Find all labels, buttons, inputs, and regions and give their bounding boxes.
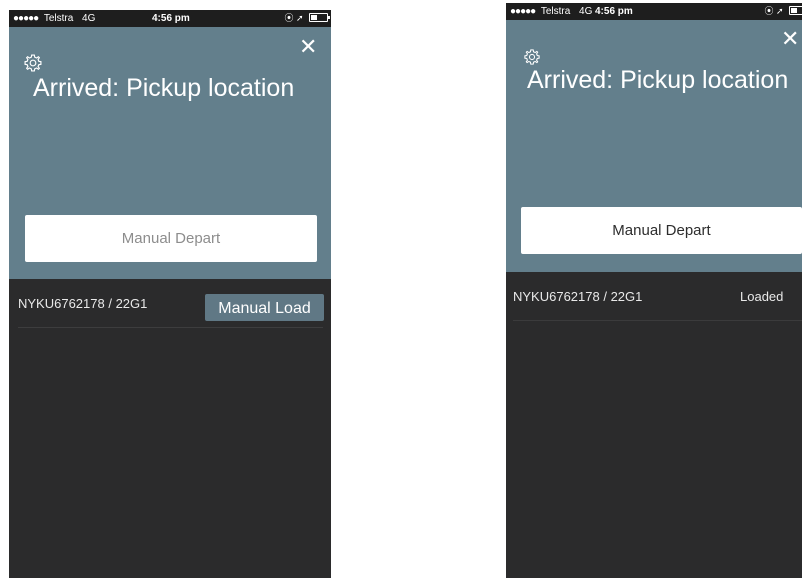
phone-screen-after-load: ●●●●● Telstra 4G 4:56 pm ⦿ ➚ ✕ Arrived: …: [506, 3, 802, 578]
location-icon: ⦿ ➚: [764, 6, 784, 16]
gear-icon[interactable]: [23, 53, 43, 73]
list-item: NYKU6762178 / 22G1 Manual Load: [18, 281, 324, 328]
status-indicators: ⦿ ➚: [764, 3, 802, 20]
signal-strength-icon: ●●●●●: [510, 6, 536, 17]
arrival-header: ✕ Arrived: Pickup location Manual Depart: [9, 27, 331, 279]
battery-icon: [309, 13, 330, 22]
network-type: 4G: [82, 13, 96, 24]
network-type: 4G: [579, 6, 593, 17]
status-time: 4:56 pm: [595, 6, 633, 17]
list-item: NYKU6762178 / 22G1 Loaded: [513, 274, 802, 321]
carrier-name: Telstra: [540, 6, 571, 17]
manual-load-button[interactable]: Manual Load: [205, 294, 324, 321]
phone-screen-before-load: ●●●●● Telstra 4G 4:56 pm ⦿ ➚ ✕ Arrived: …: [9, 10, 331, 578]
manual-depart-button[interactable]: Manual Depart: [25, 215, 317, 262]
close-icon[interactable]: ✕: [299, 36, 317, 58]
status-carrier-group: ●●●●● Telstra 4G: [510, 3, 592, 20]
status-carrier-group: ●●●●● Telstra 4G: [13, 10, 95, 27]
loaded-status: Loaded: [740, 289, 784, 304]
location-icon: ⦿ ➚: [284, 13, 304, 23]
manual-depart-button[interactable]: Manual Depart: [521, 207, 802, 254]
carrier-name: Telstra: [43, 13, 74, 24]
battery-icon: [789, 6, 802, 15]
status-time: 4:56 pm: [152, 13, 190, 24]
status-indicators: ⦿ ➚: [284, 10, 330, 27]
arrival-header: ✕ Arrived: Pickup location Manual Depart: [506, 20, 802, 272]
gear-icon[interactable]: [523, 48, 541, 66]
status-bar: ●●●●● Telstra 4G 4:56 pm ⦿ ➚: [506, 3, 802, 20]
page-title: Arrived: Pickup location: [527, 66, 789, 94]
status-bar: ●●●●● Telstra 4G 4:56 pm ⦿ ➚: [9, 10, 331, 27]
page-title: Arrived: Pickup location: [33, 74, 295, 102]
container-id: NYKU6762178 / 22G1: [18, 296, 148, 311]
container-id: NYKU6762178 / 22G1: [513, 289, 643, 304]
signal-strength-icon: ●●●●●: [13, 13, 39, 24]
close-icon[interactable]: ✕: [781, 28, 799, 50]
